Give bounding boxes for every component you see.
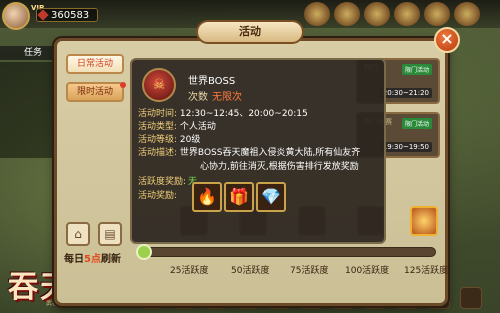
description-continued: 心协力,前往消灭,根据伤害排行发放奖励 [200,162,359,172]
activity-detail-popup: ☠ 世界BOSS 次数 无限次 活动时间: 12:30~12:45、20:00~2… [130,58,386,244]
gift-icon[interactable]: ⌂ [66,222,90,246]
info-type: 活动类型: 个人活动 [138,121,216,133]
info-description: 活动描述: 世界BOSS吞天魔祖入侵炎黄大陆,所有仙友齐 [138,147,360,159]
info-key: 活动描述: [138,148,178,158]
diamond-icon[interactable]: 💎 [256,182,286,212]
power-icon [37,9,49,21]
menu-icon-3[interactable] [364,2,390,26]
quest-panel [0,62,56,158]
tab-limited-label: 限时活动 [76,87,113,97]
combat-power-value: 360583 [51,10,90,21]
info-time: 活动时间: 12:30~12:45、20:00~20:15 [138,108,308,120]
menu-icon-4[interactable] [394,2,420,26]
close-button[interactable]: × [434,27,460,53]
tab-daily-activity[interactable]: 日常活动 [66,54,124,74]
info-key: 活动等级: [138,135,178,145]
info-value: 世界BOSS吞天魔祖入侵炎黄大陆,所有仙友齐 [179,148,361,158]
milestone-label: 125活跃度 [404,266,449,276]
top-menu-icons [304,2,480,26]
milestone-label: 50活跃度 [231,266,270,276]
activity-reward-row: 活跃度奖励:无 [138,174,197,187]
menu-icon-2[interactable] [334,2,360,26]
activity-reward-label: 活跃度奖励: [138,177,187,187]
count-label: 次数 [188,92,208,103]
window-title: 活动 [196,20,304,44]
menu-icon-6[interactable] [454,2,480,26]
boss-name: 世界BOSS [188,76,236,87]
refresh-prefix: 每日 [64,254,84,265]
count-value: 无限次 [212,92,242,103]
book-icon[interactable]: ▤ [98,222,122,246]
attempt-count: 次数 无限次 [188,88,242,103]
card-time: 19:30~19:50 [379,142,432,152]
daily-refresh-text: 每日5点刷新 [64,250,121,265]
card-time: 20:30~21:20 [379,88,432,98]
info-key: 活动类型: [138,122,178,132]
refresh-suffix: 刷新 [100,254,121,265]
milestone-chest-active[interactable] [410,206,438,236]
info-value: 20级 [179,135,201,145]
milestone-label: 100活跃度 [345,266,390,276]
card-badge: 限门活动 [401,64,432,75]
milestone-label: 25活跃度 [170,266,209,276]
chest-icon[interactable]: 🎁 [224,182,254,212]
card-badge: 限门活动 [401,118,432,129]
progress-knob [136,244,152,260]
refresh-hour: 5点 [84,254,101,265]
combat-power: 360583 [36,8,98,22]
player-avatar[interactable] [2,2,30,30]
menu-icon-1[interactable] [304,2,330,26]
notification-dot [120,82,126,88]
info-value: 个人活动 [179,122,216,132]
quest-tab[interactable]: 任务 [0,46,52,60]
reward-label: 活动奖励: [138,191,178,201]
menu-icon-5[interactable] [424,2,450,26]
milestone-label: 75活跃度 [290,266,329,276]
bottom-icon-11[interactable] [460,287,482,309]
world-boss-icon: ☠ [142,68,176,102]
info-value: 12:30~12:45、20:00~20:15 [179,109,308,119]
tab-limited-activity[interactable]: 限时活动 [66,82,126,102]
info-level: 活动等级: 20级 [138,134,200,146]
info-key: 活动时间: [138,109,178,119]
activity-progress-bar [140,247,436,257]
fire-icon[interactable]: 🔥 [192,182,222,212]
